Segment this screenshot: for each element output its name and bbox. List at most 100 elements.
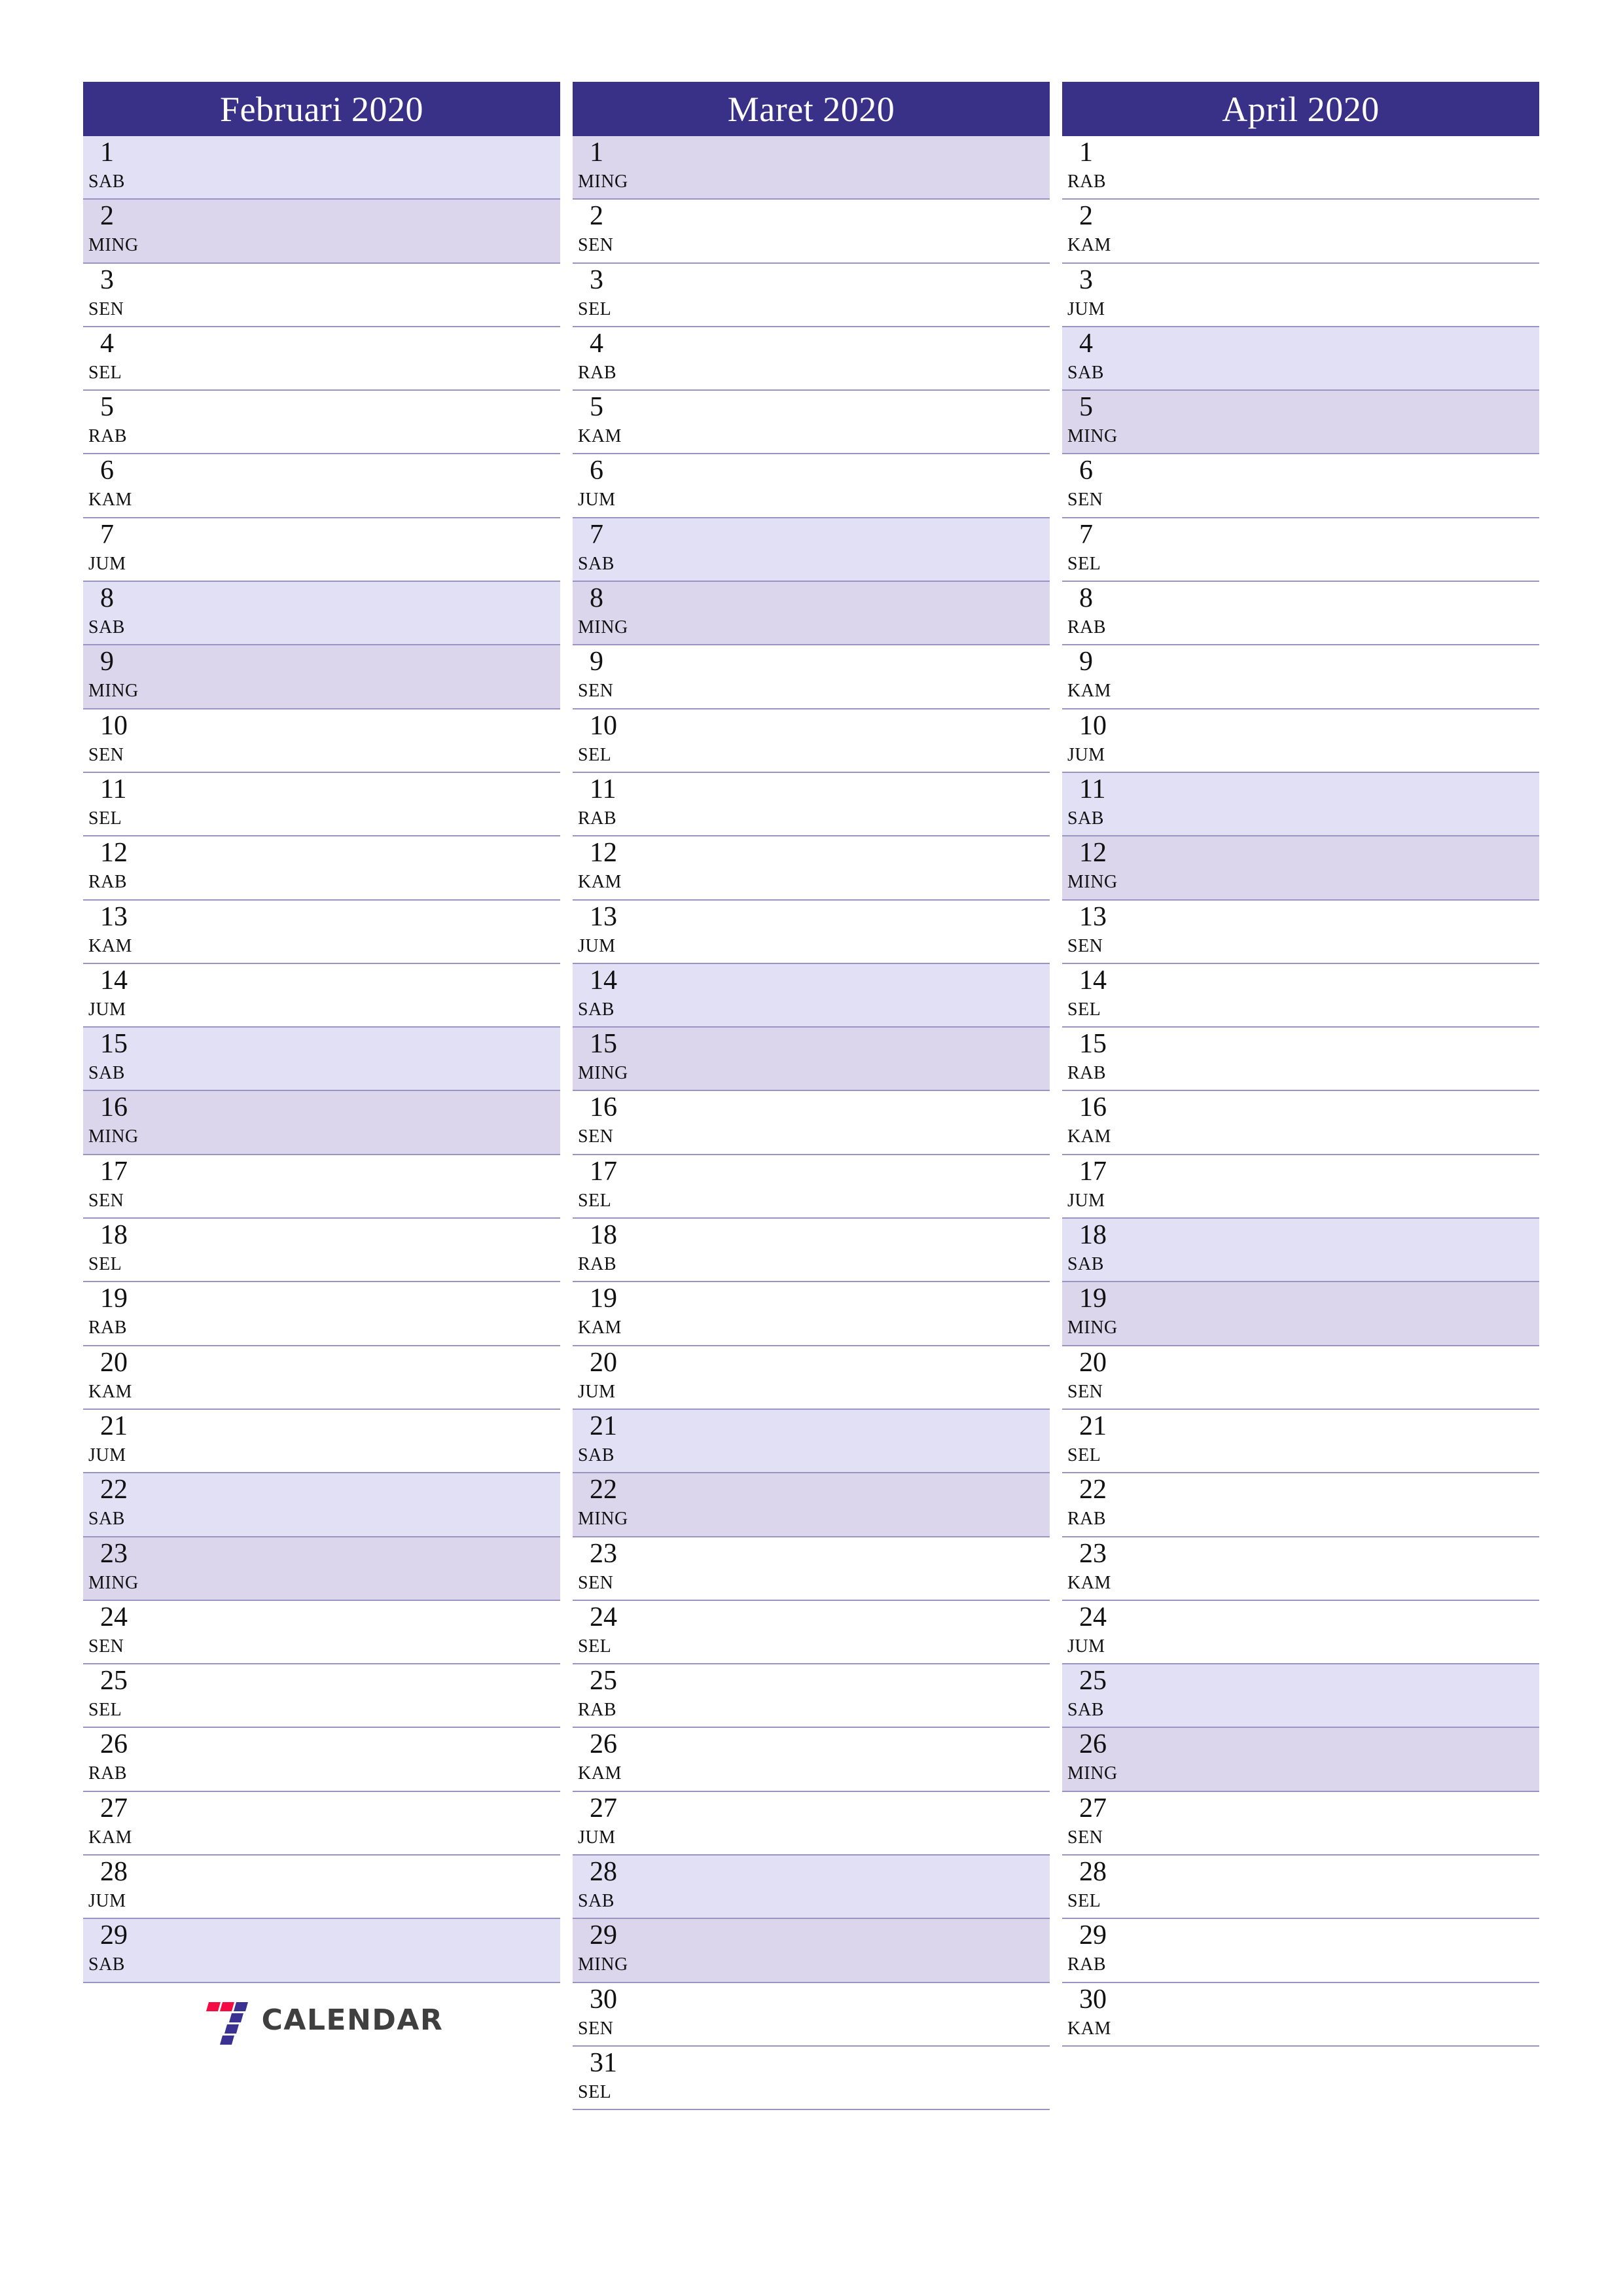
- day-weekday-label: MING: [578, 617, 628, 638]
- day-row[interactable]: 4 RAB: [573, 327, 1050, 391]
- day-row[interactable]: 6 KAM: [83, 454, 560, 518]
- day-row[interactable]: 23 KAM: [1062, 1537, 1539, 1601]
- day-row[interactable]: 13 KAM: [83, 900, 560, 964]
- day-row[interactable]: 21 SAB: [573, 1409, 1050, 1474]
- day-row[interactable]: 7 SEL: [1062, 518, 1539, 583]
- day-row[interactable]: 23 MING: [83, 1537, 560, 1601]
- day-row[interactable]: 7 JUM: [83, 518, 560, 583]
- calendar-planner: Februari 2020 1 SAB 2 MING 3 SEN 4 SEL 5 RAB 6 KAM 7 J…: [83, 82, 1539, 2111]
- day-row[interactable]: 12 KAM: [573, 836, 1050, 901]
- day-row[interactable]: 22 RAB: [1062, 1473, 1539, 1537]
- day-row[interactable]: 28 JUM: [83, 1856, 560, 1920]
- day-row[interactable]: 16 MING: [83, 1091, 560, 1155]
- day-row[interactable]: 25 SAB: [1062, 1664, 1539, 1729]
- day-row[interactable]: 6 JUM: [573, 454, 1050, 518]
- day-row[interactable]: 9 MING: [83, 645, 560, 709]
- day-row[interactable]: 3 SEL: [573, 263, 1050, 327]
- day-row[interactable]: 4 SEL: [83, 327, 560, 391]
- day-row[interactable]: 12 RAB: [83, 836, 560, 901]
- day-row[interactable]: 1 MING: [573, 136, 1050, 200]
- day-row[interactable]: 15 RAB: [1062, 1028, 1539, 1092]
- day-row[interactable]: 22 MING: [573, 1473, 1050, 1537]
- day-row[interactable]: 24 SEL: [573, 1600, 1050, 1665]
- day-weekday-label: SEL: [1067, 999, 1101, 1020]
- day-row[interactable]: 1 SAB: [83, 136, 560, 200]
- day-row[interactable]: 30 SEN: [573, 1982, 1050, 2047]
- day-row[interactable]: 5 KAM: [573, 391, 1050, 455]
- day-row[interactable]: 24 JUM: [1062, 1600, 1539, 1665]
- day-row[interactable]: 18 SEL: [83, 1219, 560, 1283]
- day-number: 23: [1079, 1538, 1107, 1569]
- day-row[interactable]: 27 JUM: [573, 1791, 1050, 1856]
- day-row[interactable]: 18 RAB: [573, 1219, 1050, 1283]
- day-weekday-label: MING: [88, 681, 139, 702]
- day-row[interactable]: 29 RAB: [1062, 1919, 1539, 1983]
- day-row[interactable]: 3 JUM: [1062, 263, 1539, 327]
- day-row[interactable]: 15 SAB: [83, 1028, 560, 1092]
- day-row[interactable]: 19 MING: [1062, 1282, 1539, 1346]
- day-row[interactable]: 21 JUM: [83, 1409, 560, 1474]
- day-row[interactable]: 10 JUM: [1062, 709, 1539, 773]
- day-row[interactable]: 14 SEL: [1062, 963, 1539, 1028]
- day-row[interactable]: 17 SEN: [83, 1155, 560, 1219]
- day-row[interactable]: 5 MING: [1062, 391, 1539, 455]
- day-row[interactable]: 26 RAB: [83, 1728, 560, 1792]
- day-number: 21: [1079, 1410, 1107, 1441]
- day-row[interactable]: 6 SEN: [1062, 454, 1539, 518]
- day-row[interactable]: 10 SEL: [573, 709, 1050, 773]
- day-row[interactable]: 17 JUM: [1062, 1155, 1539, 1219]
- day-row[interactable]: 20 SEN: [1062, 1346, 1539, 1410]
- day-number: 25: [590, 1666, 617, 1696]
- day-row[interactable]: 19 RAB: [83, 1282, 560, 1346]
- day-row[interactable]: 2 SEN: [573, 200, 1050, 264]
- day-weekday-label: MING: [88, 235, 139, 256]
- day-row[interactable]: 24 SEN: [83, 1600, 560, 1665]
- day-row[interactable]: 5 RAB: [83, 391, 560, 455]
- day-row[interactable]: 1 RAB: [1062, 136, 1539, 200]
- day-row[interactable]: 26 MING: [1062, 1728, 1539, 1792]
- day-row[interactable]: 8 RAB: [1062, 582, 1539, 646]
- day-row[interactable]: 27 KAM: [83, 1791, 560, 1856]
- day-row[interactable]: 23 SEN: [573, 1537, 1050, 1601]
- day-number: 18: [100, 1220, 128, 1251]
- day-row[interactable]: 21 SEL: [1062, 1409, 1539, 1474]
- day-row[interactable]: 11 SAB: [1062, 772, 1539, 837]
- day-row[interactable]: 13 JUM: [573, 900, 1050, 964]
- day-row[interactable]: 27 SEN: [1062, 1791, 1539, 1856]
- day-row[interactable]: 12 MING: [1062, 836, 1539, 901]
- day-row[interactable]: 31 SEL: [573, 2046, 1050, 2111]
- day-row[interactable]: 3 SEN: [83, 263, 560, 327]
- day-row[interactable]: 16 SEN: [573, 1091, 1050, 1155]
- day-row[interactable]: 28 SEL: [1062, 1856, 1539, 1920]
- day-row[interactable]: 20 KAM: [83, 1346, 560, 1410]
- day-row[interactable]: 2 KAM: [1062, 200, 1539, 264]
- day-row[interactable]: 8 MING: [573, 582, 1050, 646]
- day-row[interactable]: 4 SAB: [1062, 327, 1539, 391]
- day-row[interactable]: 8 SAB: [83, 582, 560, 646]
- day-row[interactable]: 20 JUM: [573, 1346, 1050, 1410]
- day-row[interactable]: 9 SEN: [573, 645, 1050, 709]
- day-row[interactable]: 26 KAM: [573, 1728, 1050, 1792]
- day-row[interactable]: 14 SAB: [573, 963, 1050, 1028]
- day-row[interactable]: 22 SAB: [83, 1473, 560, 1537]
- day-row[interactable]: 25 SEL: [83, 1664, 560, 1729]
- day-row[interactable]: 29 MING: [573, 1919, 1050, 1983]
- day-row[interactable]: 13 SEN: [1062, 900, 1539, 964]
- day-row[interactable]: 30 KAM: [1062, 1982, 1539, 2047]
- day-row[interactable]: 25 RAB: [573, 1664, 1050, 1729]
- day-row[interactable]: 28 SAB: [573, 1856, 1050, 1920]
- day-row[interactable]: 2 MING: [83, 200, 560, 264]
- day-row[interactable]: 15 MING: [573, 1028, 1050, 1092]
- day-row[interactable]: 16 KAM: [1062, 1091, 1539, 1155]
- day-row[interactable]: 19 KAM: [573, 1282, 1050, 1346]
- day-row[interactable]: 18 SAB: [1062, 1219, 1539, 1283]
- day-row[interactable]: 14 JUM: [83, 963, 560, 1028]
- day-row[interactable]: 9 KAM: [1062, 645, 1539, 709]
- day-row[interactable]: 29 SAB: [83, 1919, 560, 1983]
- day-row[interactable]: 17 SEL: [573, 1155, 1050, 1219]
- day-row[interactable]: 7 SAB: [573, 518, 1050, 583]
- day-row[interactable]: 11 SEL: [83, 772, 560, 837]
- day-weekday-label: KAM: [1067, 1126, 1111, 1147]
- day-row[interactable]: 11 RAB: [573, 772, 1050, 837]
- day-row[interactable]: 10 SEN: [83, 709, 560, 773]
